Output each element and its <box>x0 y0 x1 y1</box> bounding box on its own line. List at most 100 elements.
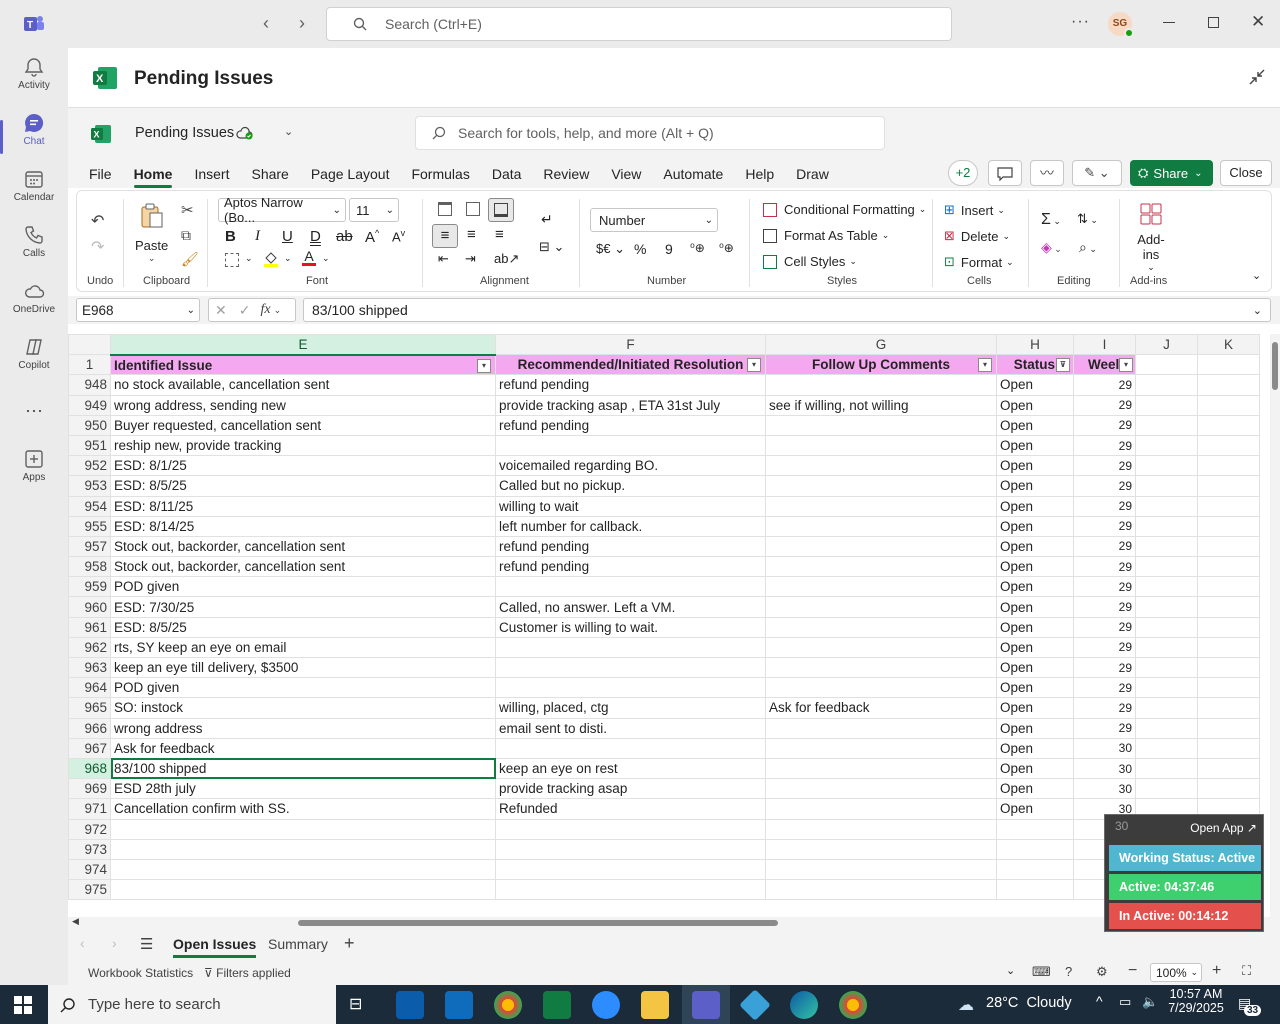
chevron-down-icon[interactable]: ⌄ <box>284 125 293 138</box>
close-window-icon[interactable]: ✕ <box>1251 12 1265 32</box>
cell-status[interactable]: Open <box>996 737 1074 759</box>
row-header[interactable]: 951 <box>68 434 111 457</box>
underline-icon[interactable]: U <box>282 228 293 245</box>
cell-empty[interactable] <box>1135 434 1198 457</box>
row-header[interactable]: 975 <box>68 879 111 901</box>
percent-icon[interactable]: % <box>634 241 646 257</box>
cell-empty[interactable] <box>1197 636 1260 659</box>
cell-empty[interactable] <box>1135 717 1198 739</box>
cell-styles-button[interactable]: Cell Styles ⌄ <box>763 254 857 269</box>
cell-identified-issue[interactable]: POD given <box>110 576 496 598</box>
cell-follow-up[interactable] <box>765 737 997 759</box>
cell-resolution[interactable]: willing, placed, ctg <box>495 697 766 719</box>
cell-empty[interactable] <box>1135 394 1198 416</box>
italic-icon[interactable]: I <box>255 228 260 245</box>
row-header[interactable]: 952 <box>68 455 111 477</box>
cell-follow-up[interactable] <box>765 798 997 820</box>
cell-week[interactable]: 29 <box>1073 535 1136 558</box>
filter-dropdown-icon[interactable]: ▾ <box>1119 358 1133 373</box>
cell-identified-issue[interactable] <box>110 838 496 860</box>
redo-icon[interactable]: ↷ <box>91 237 104 257</box>
column-header-j[interactable]: J <box>1135 333 1198 356</box>
cell-week[interactable]: 29 <box>1073 596 1136 618</box>
cut-icon[interactable]: ✂ <box>181 201 194 219</box>
show-hidden-icons[interactable]: ^ <box>1096 993 1103 1009</box>
cell-empty[interactable] <box>1197 535 1260 558</box>
rail-item-calendar[interactable]: Calendar <box>0 168 68 220</box>
tab-draw[interactable]: Draw <box>796 166 829 182</box>
cell-empty[interactable] <box>1197 737 1260 759</box>
cell-resolution[interactable] <box>495 879 766 901</box>
cell-empty[interactable] <box>1135 515 1198 537</box>
cell-identified-issue[interactable] <box>110 879 496 901</box>
row-header[interactable]: 965 <box>68 697 111 719</box>
cell-empty[interactable] <box>1135 616 1198 638</box>
cell-empty[interactable] <box>1197 515 1260 537</box>
cell-empty[interactable] <box>1135 757 1198 780</box>
cell-week[interactable]: 29 <box>1073 434 1136 457</box>
next-sheet-icon[interactable]: › <box>112 935 117 951</box>
rail-item-calls[interactable]: Calls <box>0 224 68 276</box>
cell-follow-up[interactable] <box>765 879 997 901</box>
cell-follow-up[interactable] <box>765 778 997 800</box>
rail-item-chat[interactable]: Chat <box>0 112 68 164</box>
help-icon[interactable]: ? <box>1065 964 1072 979</box>
cell-follow-up[interactable] <box>765 374 997 396</box>
all-sheets-menu-icon[interactable]: ☰ <box>140 935 153 953</box>
keyboard-icon[interactable]: ⌨ <box>1032 964 1051 980</box>
row-header[interactable]: 974 <box>68 858 111 881</box>
vertical-scroll-thumb[interactable] <box>1272 342 1278 390</box>
file-explorer-icon[interactable] <box>641 991 669 1019</box>
cell-empty[interactable] <box>1197 455 1260 477</box>
cell-resolution[interactable]: Customer is willing to wait. <box>495 616 766 638</box>
cell-empty[interactable] <box>1197 757 1260 780</box>
cell-identified-issue[interactable]: Buyer requested, cancellation sent <box>110 414 496 436</box>
scroll-left-icon[interactable]: ◀ <box>72 916 79 927</box>
increase-indent-icon[interactable]: ⇥ <box>465 251 476 267</box>
cancel-edit-icon[interactable]: ✕ <box>215 302 227 319</box>
cell-status[interactable]: Open <box>996 677 1074 699</box>
formula-input[interactable]: 83/100 shipped ⌄ <box>303 298 1271 322</box>
cell-week[interactable]: 29 <box>1073 697 1136 719</box>
cell-empty[interactable] <box>1135 596 1198 618</box>
tab-review[interactable]: Review <box>543 166 589 182</box>
excel-taskbar-icon[interactable] <box>543 991 571 1019</box>
cell-status[interactable]: Open <box>996 374 1074 396</box>
row-header[interactable]: 1 <box>68 354 111 376</box>
vertical-scrollbar[interactable] <box>1270 334 1280 917</box>
borders-icon[interactable] <box>225 253 239 267</box>
more-apps-icon[interactable]: ··· <box>0 400 68 424</box>
taskbar-search[interactable]: Type here to search <box>48 985 336 1024</box>
header-recommended-resolution[interactable]: Recommended/Initiated Resolution ▾ <box>495 354 766 376</box>
cell-follow-up[interactable]: Ask for feedback <box>765 697 997 719</box>
share-button[interactable]: ⛭ Share ⌄ <box>1130 160 1213 186</box>
tab-help[interactable]: Help <box>745 166 774 182</box>
row-header[interactable]: 953 <box>68 475 111 497</box>
row-header[interactable]: 950 <box>68 414 111 436</box>
name-box[interactable]: E968 ⌄ <box>76 298 200 322</box>
cell-resolution[interactable]: voicemailed regarding BO. <box>495 455 766 477</box>
cell-j1[interactable] <box>1135 354 1198 376</box>
bold-icon[interactable]: B <box>225 228 236 245</box>
volume-icon[interactable]: 🔈 <box>1142 994 1158 1010</box>
sheet-tab-open-issues[interactable]: Open Issues <box>173 936 257 958</box>
more-options-icon[interactable]: ··· <box>1071 13 1090 31</box>
row-header[interactable]: 960 <box>68 596 111 618</box>
chevron-down-icon[interactable]: ⌄ <box>322 253 330 264</box>
tab-insert[interactable]: Insert <box>194 166 229 182</box>
cell-week[interactable]: 29 <box>1073 394 1136 416</box>
cell-status[interactable]: Open <box>996 556 1074 578</box>
row-header[interactable]: 961 <box>68 616 111 638</box>
cell-week[interactable]: 29 <box>1073 677 1136 699</box>
cell-empty[interactable] <box>1135 556 1198 578</box>
cell-resolution[interactable] <box>495 576 766 598</box>
cell-status[interactable]: Open <box>996 697 1074 719</box>
cell-follow-up[interactable] <box>765 556 997 578</box>
number-format-select[interactable]: Number ⌄ <box>590 208 718 232</box>
comma-style-icon[interactable]: 9 <box>665 241 673 257</box>
cell-week[interactable]: 29 <box>1073 374 1136 396</box>
filter-dropdown-icon[interactable]: ▾ <box>477 358 491 373</box>
cell-resolution[interactable]: keep an eye on rest <box>495 757 766 780</box>
delete-cells-button[interactable]: ⊠ Delete ⌄ <box>944 228 1010 244</box>
cell-resolution[interactable]: refund pending <box>495 414 766 436</box>
